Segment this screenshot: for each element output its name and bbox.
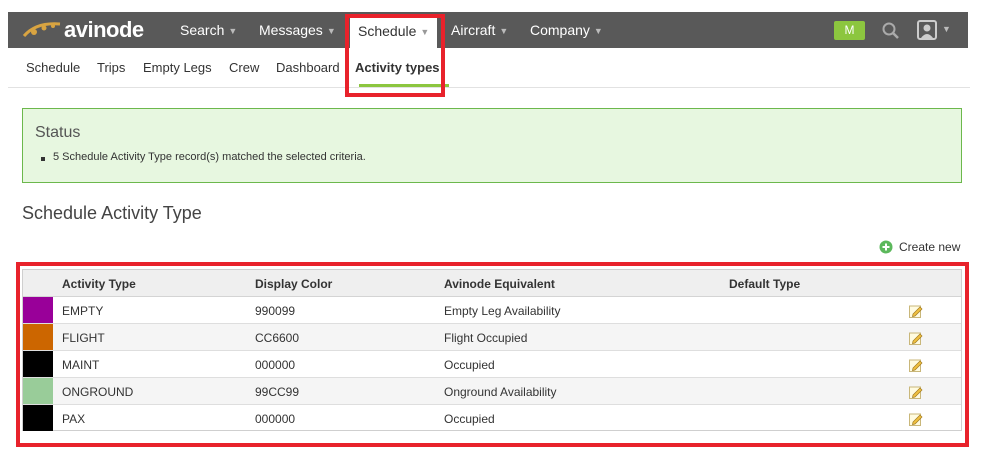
highlight-box-table — [16, 262, 969, 447]
nav-aircraft-label: Aircraft — [451, 22, 496, 38]
highlight-box-schedule — [345, 14, 445, 97]
subnav-schedule[interactable]: Schedule — [26, 60, 80, 75]
brand-name: avinode — [64, 17, 144, 42]
nav-aircraft[interactable]: Aircraft ▼ — [443, 12, 516, 48]
subnav-dashboard[interactable]: Dashboard — [276, 60, 340, 75]
nav-company-label: Company — [530, 22, 590, 38]
status-title: Status — [35, 124, 81, 141]
plus-circle-icon — [879, 240, 893, 254]
nav-company[interactable]: Company ▼ — [522, 12, 611, 48]
sub-navbar: Schedule Trips Empty Legs Crew Dashboard… — [8, 48, 970, 88]
logo-mark-icon — [22, 22, 61, 38]
status-message: 5 Schedule Activity Type record(s) match… — [53, 151, 366, 163]
caret-down-icon: ▼ — [499, 26, 509, 36]
caret-down-icon: ▼ — [593, 26, 603, 36]
top-navbar: avinode Search ▼ Messages ▼ Schedule ▼ Airc… — [8, 12, 968, 48]
nav-search-label: Search — [180, 22, 225, 38]
nav-messages[interactable]: Messages ▼ — [251, 12, 344, 48]
create-new-button[interactable]: Create new — [879, 239, 960, 255]
status-panel: Status 5 Schedule Activity Type record(s… — [22, 108, 962, 183]
create-new-label: Create new — [899, 240, 961, 254]
search-icon[interactable] — [881, 21, 901, 41]
caret-down-icon: ▼ — [228, 26, 238, 36]
nav-messages-label: Messages — [259, 22, 323, 38]
bullet-icon — [41, 157, 45, 161]
subnav-crew[interactable]: Crew — [229, 60, 259, 75]
caret-down-icon: ▼ — [326, 26, 336, 36]
nav-search[interactable]: Search ▼ — [172, 12, 245, 48]
caret-down-icon[interactable]: ▼ — [942, 24, 951, 34]
subnav-trips[interactable]: Trips — [97, 60, 125, 75]
subnav-empty-legs[interactable]: Empty Legs — [143, 60, 212, 75]
page-title: Schedule Activity Type — [22, 203, 202, 223]
user-badge[interactable]: M — [834, 21, 865, 40]
brand-logo[interactable]: avinode — [22, 18, 144, 42]
user-icon[interactable] — [917, 20, 937, 40]
